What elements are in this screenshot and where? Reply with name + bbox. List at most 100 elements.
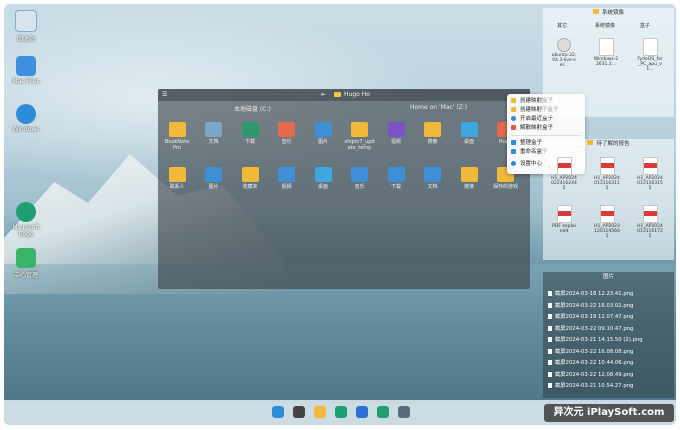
recycle-bin-icon [15,10,37,32]
fence-item-label: 搜索 [427,139,438,145]
pdf-file-item[interactable]: H1_AP20240131161725 [637,205,663,239]
pdf-icon [556,205,572,223]
settings-gear-icon[interactable] [398,406,410,418]
fence-title: Hugo Ho [344,91,370,98]
clock-icon [511,116,516,121]
list-item[interactable]: 截屏2024-03-18 12.23.41.png [548,290,633,298]
desktop-folder-icon [314,167,332,182]
fence-item[interactable]: 搜索 [418,122,448,145]
pdf-file-item[interactable]: H1_AP20240131163155 [637,157,663,191]
main-fence[interactable]: ☰ ⇤ Hugo Ho 本地磁盘 (C:) Home on 'Mac' (Z:)… [158,89,530,289]
fence-item[interactable]: 桌面 [454,122,484,145]
folder-icon [168,122,186,137]
file-item[interactable]: FydeOS_for_PC_apu_v1... [637,38,663,72]
fence-item[interactable]: 下载 [381,167,411,190]
file-label: H1_AP20240224162445 [551,176,577,191]
links-folder-icon [460,167,478,182]
fence-item[interactable]: 文档 [199,122,229,145]
file-item[interactable]: ubuntu-22.04.3-live-ser... [551,38,577,68]
file-label: PDF explained [552,224,576,234]
column-header: 系统镜像 [595,23,616,29]
list-item[interactable]: 截屏2024-03-22 10.44.06.png [548,359,633,367]
fence-item[interactable]: 收藏夹 [235,167,265,190]
fence-item[interactable]: 文档 [418,167,448,190]
fence-item[interactable]: 链接 [454,167,484,190]
pdf-icon [599,157,615,175]
edge-icon[interactable] [335,406,347,418]
app-icon[interactable] [377,406,389,418]
store-icon[interactable] [356,406,368,418]
desktop-icon-app-center[interactable]: 中心管理 [6,248,46,279]
fence-item[interactable]: shipin7_upd ate_temp [345,122,375,151]
file-name: 截屏2024-03-22 12.08.49.png [555,371,634,378]
file-explorer-icon[interactable] [314,406,326,418]
desktop-screen: 回收站 Mac Files Windows Microsoft Edge 中心管… [4,4,676,425]
file-name: 截屏2024-03-18 12.23.41.png [555,291,634,297]
windows-start-icon[interactable] [272,406,284,418]
fence-item[interactable]: BookNote Pro [162,122,192,151]
fence-item-label: 文档 [208,139,219,145]
fence-item[interactable]: 音乐 [272,122,302,145]
file-label: H1_AP20240131163115 [594,176,620,191]
music-folder-icon [351,167,368,182]
desktop-icon-windows[interactable]: Windows [6,104,46,133]
pdf-file-item[interactable]: H1_AP20231201145601 [594,205,620,239]
fence-item-label: 图片 [317,139,328,145]
list-item[interactable]: 截屏2024-03-21 10.54.27.png [548,382,633,390]
image-file-icon [548,348,552,354]
system-image-fence[interactable]: 系统镜像 其它 系统镜像 盒子 ubuntu-22.04.3-live-ser.… [543,8,674,117]
search-icon[interactable] [293,406,305,418]
file-item[interactable]: Windows-22631.2... [593,38,619,67]
videos-folder-icon [278,167,295,182]
fence-item[interactable]: 视频 [381,122,411,145]
image-file-icon [548,360,552,365]
pdf-file-item[interactable]: PDF explained [551,205,577,234]
pdf-file-item[interactable]: H1_AP20240131163115 [594,157,620,191]
fence-item-label: 链接 [463,184,474,190]
desktop-icon-recycle-bin[interactable]: 回收站 [6,10,46,43]
finder-icon [16,56,36,76]
file-name: 截屏2024-03-22 10.44.06.png [555,360,634,366]
collapse-icon[interactable]: ⇤ [321,89,326,101]
fence-item[interactable]: 联系人 [162,167,192,190]
fence-item[interactable]: 桌面 [308,167,338,190]
pictures-fence[interactable]: 图片 截屏2024-03-18 12.23.41.png 截屏2024-03-22… [543,272,674,398]
fence-item-label: shipin7_upd ate_temp [344,139,375,151]
file-name: 截屏2024-03-21 14.15.50 (2).png [555,337,643,343]
list-item[interactable]: 截屏2024-03-22 16.03.02.png [548,302,633,310]
folder-icon [351,122,368,137]
pdf-file-item[interactable]: H1_AP20240224162445 [551,157,577,191]
list-item[interactable]: 截屏2024-03-21 14.15.50 (2).png [548,336,643,344]
desktop-icon-mac-files[interactable]: Mac Files [6,56,46,85]
list-item[interactable]: 截屏2024-03-22 12.08.49.png [548,371,633,379]
fence-item[interactable]: 视频 [272,167,302,190]
list-item[interactable]: 截屏2024-03-22 16.08.08.png [548,348,633,356]
disc-image-icon [557,38,571,52]
folder-icon [511,107,516,112]
file-name: 截屏2024-03-22 16.08.08.png [555,348,634,355]
pdf-icon [556,157,572,175]
fence-item[interactable]: 图片 [199,167,229,190]
list-item[interactable]: 截屏2024-03-22 09.10.47.png [548,325,633,333]
menu-item-settings[interactable]: 设置中心 [511,160,542,168]
fence-item-label: 保存的游戏 [492,184,518,190]
menu-item-organize[interactable]: 整理盒子 [511,139,542,147]
fence-item[interactable]: 图片 [308,122,338,145]
fence-title-bar[interactable]: ☰ ⇤ Hugo Ho [158,89,530,101]
app-grid-icon [16,248,36,268]
menu-icon[interactable]: ☰ [162,89,167,101]
menu-item-dissolve-box[interactable]: 解散映射盒子 [511,124,553,132]
section-label-z-drive: Home on 'Mac' (Z:) [410,104,468,111]
fence-item[interactable]: 音乐 [345,167,375,190]
file-label: H1_AP20240131163155 [637,176,663,191]
fence-item-label: 音乐 [281,139,292,145]
file-label: H1_AP20231201145601 [594,224,620,239]
fence-item[interactable]: 下载 [235,122,265,145]
search-folder-icon [424,122,441,137]
list-item[interactable]: 截屏2024-03-19 12.07.47.png [548,313,633,321]
pdf-reports-fence[interactable]: 待了解的报告 H1_AP20240224162445 H1_AP202401311… [543,139,674,260]
file-label: H1_AP20240131161725 [637,224,663,239]
desktop-icon-edge[interactable]: Microsoft Edge [6,202,46,238]
fence-item-label: 音乐 [354,184,365,190]
section-label-c-drive: 本地磁盘 (C:) [234,106,271,113]
